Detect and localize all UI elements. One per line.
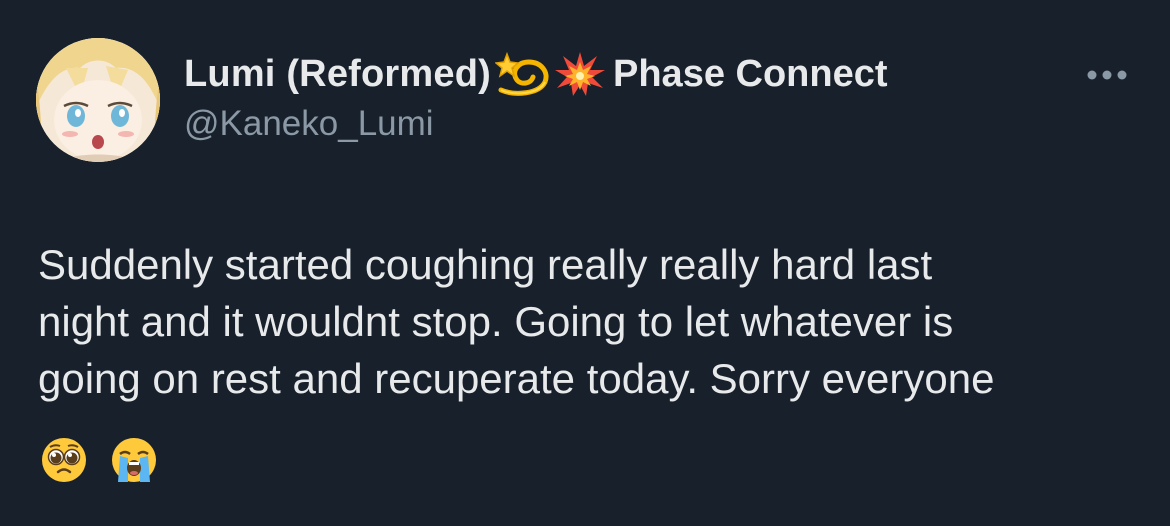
loudly-crying-face-icon xyxy=(110,436,158,484)
tweet-text-line: night and it wouldnt stop. Going to let … xyxy=(38,298,954,345)
avatar[interactable] xyxy=(36,38,160,162)
name-line: Lumi (Reformed) Phase Connect xyxy=(184,50,888,98)
pleading-face-icon xyxy=(40,436,88,484)
tweet-emoji-row xyxy=(40,436,158,484)
more-options-icon xyxy=(1087,70,1127,80)
handle[interactable]: @Kaneko_Lumi xyxy=(184,104,888,144)
display-name[interactable]: Lumi (Reformed) xyxy=(184,53,491,96)
affiliation-label[interactable]: Phase Connect xyxy=(613,53,888,96)
tweet-card: Lumi (Reformed) Phase Connect @Kaneko_Lu… xyxy=(0,0,1170,526)
dizzy-icon xyxy=(495,50,549,98)
more-options-button[interactable] xyxy=(1082,58,1132,92)
collision-icon xyxy=(553,50,607,98)
tweet-text: Suddenly started coughing really really … xyxy=(38,236,1148,407)
tweet-text-line: going on rest and recuperate today. Sorr… xyxy=(38,355,995,402)
tweet-header: Lumi (Reformed) Phase Connect @Kaneko_Lu… xyxy=(184,50,888,160)
tweet-text-line: Suddenly started coughing really really … xyxy=(38,241,933,288)
